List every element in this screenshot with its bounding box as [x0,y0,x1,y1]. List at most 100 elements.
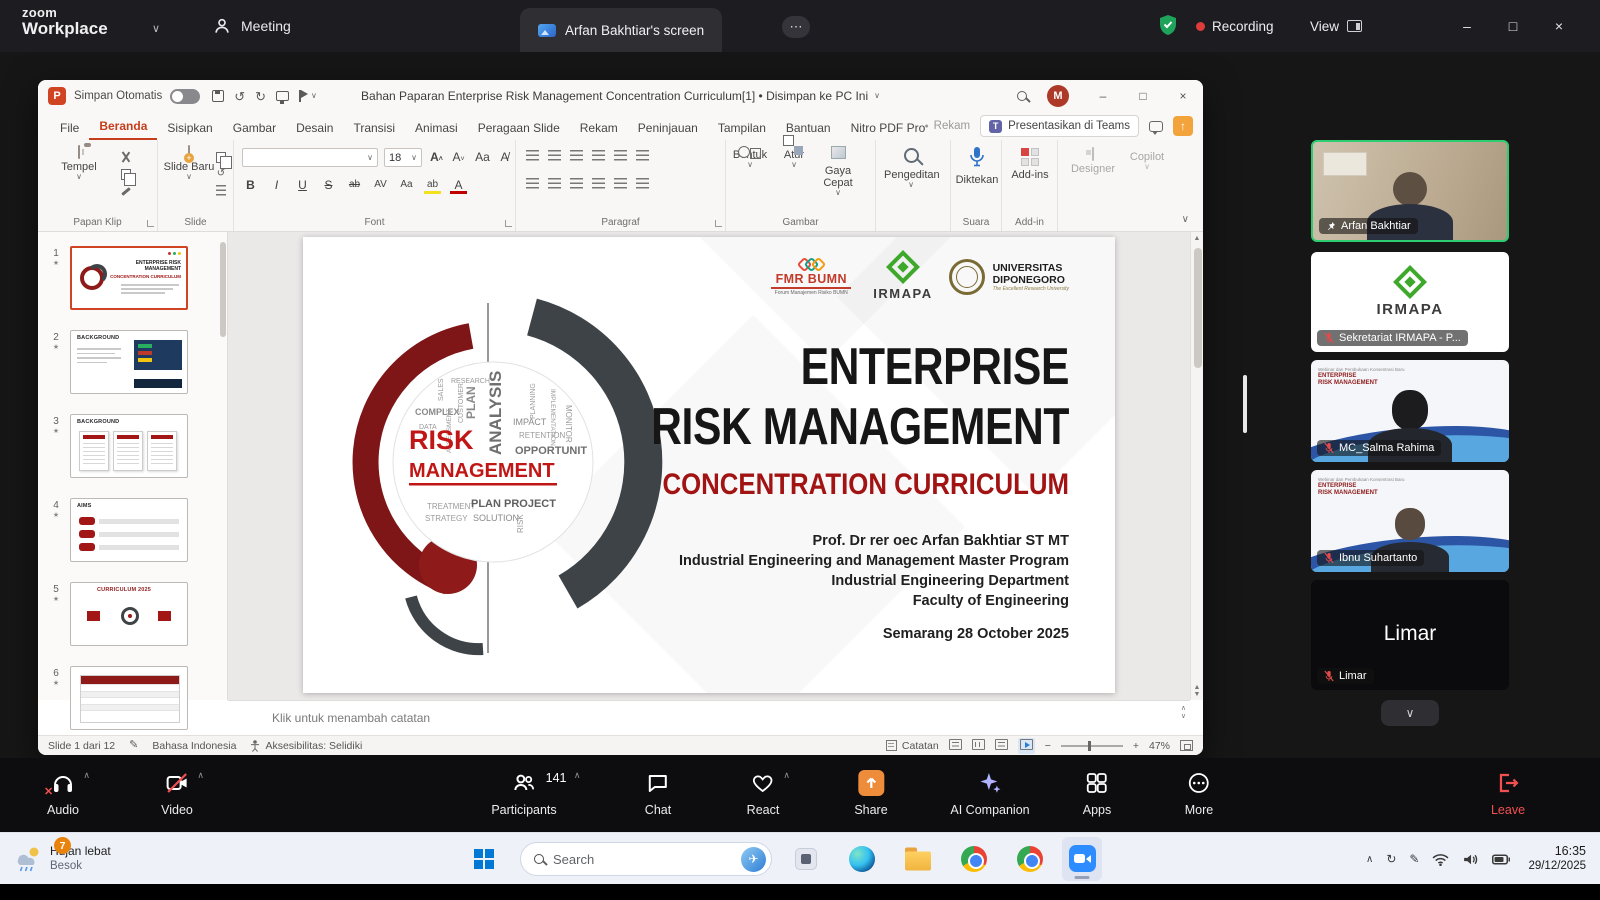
tab-rekam[interactable]: Rekam [570,116,628,140]
audio-button[interactable]: ✕ ∧ Audio [47,770,79,817]
font-name-combo[interactable]: ∨ [242,148,378,167]
redo-icon[interactable]: ↻ [255,90,266,103]
align-left-icon[interactable] [526,178,539,189]
zoom-in-button[interactable]: + [1133,740,1139,752]
volume-icon[interactable] [1462,853,1479,866]
bold-button[interactable]: B [242,176,259,194]
strikethrough-button[interactable]: S [320,176,337,194]
numbering-icon[interactable] [548,150,561,161]
weather-widget[interactable]: 7 Hujan lebat Besok [8,833,111,885]
reset-icon[interactable]: ↺ [217,169,225,179]
ppt-close-button[interactable]: × [1163,80,1203,112]
thumbnail-preview[interactable]: AIMS [70,498,188,562]
taskbar-clock[interactable]: 16:35 29/12/2025 [1528,844,1586,874]
maximize-button[interactable]: □ [1490,0,1536,52]
zoom-app-button[interactable] [1062,837,1102,881]
chevron-up-icon[interactable]: ∧ [83,770,90,781]
wifi-icon[interactable] [1432,853,1449,866]
file-explorer-button[interactable] [905,847,931,870]
view-button[interactable]: View [1310,0,1362,52]
taskbar-search[interactable]: Search ✈ [520,842,772,876]
more-button[interactable]: More [1185,770,1213,817]
slide-scrollbar[interactable]: ▲ ▲ ▼ [1190,232,1203,700]
change-case-button[interactable]: Aa [474,148,491,166]
tray-chevron-up-icon[interactable]: ∧ [1366,854,1373,865]
task-view-button[interactable] [795,848,817,870]
sync-icon[interactable]: ↻ [1386,852,1396,866]
underline-button[interactable]: U [294,176,311,194]
slide-thumbnail-6[interactable]: 6 ★ [46,666,188,730]
tab-sisipkan[interactable]: Sisipkan [157,116,222,140]
shrink-font-button[interactable]: A˅ [450,148,467,166]
slide-thumbnail-1[interactable]: 1 ★ ENTERPRISE RISK MANAGEMENT CONCENTRA… [46,246,188,310]
chevron-up-icon[interactable]: ∧ [197,770,204,781]
video-tile-sekretariat[interactable]: IRMAPA Sekretariat IRMAPA - P... [1311,252,1509,352]
more-tabs-button[interactable]: ⋯ [782,16,810,38]
slide-thumbnail-3[interactable]: 3 ★ BACKGROUND [46,414,188,478]
zoom-percent-label[interactable]: 47% [1149,740,1170,752]
tab-file[interactable]: File [50,116,89,140]
editing-button[interactable]: Pengeditan ∨ [884,148,938,189]
clear-format-button[interactable]: A̸ [496,148,513,166]
slide-thumbnail-4[interactable]: 4 ★ AIMS [46,498,188,562]
shapes-button[interactable]: Bentuk ∨ [728,146,772,169]
font-size-combo[interactable]: 18∨ [384,148,422,167]
security-shield-icon[interactable] [1158,14,1178,41]
dialog-launcher-icon[interactable] [505,220,512,227]
format-painter-icon[interactable] [120,186,131,197]
apps-button[interactable]: Apps [1083,770,1112,817]
thumbnail-preview[interactable] [70,666,188,730]
flag-icon[interactable] [299,90,301,102]
tab-tampilan[interactable]: Tampilan [708,116,776,140]
pen-icon[interactable]: ✎ [1409,852,1419,866]
video-tile-salma[interactable]: Webinar dan Pembukaan Konsentrasi Baru E… [1311,360,1509,462]
new-slide-button[interactable]: Slide Baru ∨ [162,146,216,181]
bullets-icon[interactable] [526,150,539,161]
undo-icon[interactable]: ↺ [234,90,245,103]
decrease-indent-icon[interactable] [570,150,583,161]
save-icon[interactable] [212,90,224,102]
text-effects-button[interactable]: Aa [398,176,415,194]
video-tile-limar[interactable]: Limar Limar [1311,580,1509,690]
text-direction-icon[interactable] [636,150,649,161]
justify-icon[interactable] [592,178,605,189]
slideshow-icon[interactable] [276,91,289,101]
zoom-workplace-logo[interactable]: zoom Workplace [22,6,108,39]
tab-animasi[interactable]: Animasi [405,116,468,140]
align-right-icon[interactable] [570,178,583,189]
copy-icon[interactable] [121,169,131,180]
leave-button[interactable]: Leave [1491,770,1525,817]
align-center-icon[interactable] [548,178,561,189]
tab-nitro-pdf[interactable]: Nitro PDF Pro [841,116,936,140]
line-spacing-icon[interactable] [614,150,627,161]
slide-1[interactable]: FMR BUMN Forum Manajemen Risiko BUMN IRM… [303,237,1115,693]
italic-button[interactable]: I [268,176,285,194]
zoom-slider[interactable] [1061,745,1123,747]
arrange-button[interactable]: Atur ∨ [774,146,814,169]
notes-resize-arrows[interactable]: ∧ ∨ [1181,705,1186,721]
zoom-out-button[interactable]: − [1045,740,1051,752]
paste-button[interactable]: Tempel ∨ [52,146,106,181]
previous-slide-icon[interactable]: ▲ [1191,684,1203,691]
smartart-convert-icon[interactable] [636,178,649,189]
thumbnail-preview[interactable]: BACKGROUND [70,330,188,394]
autosave-toggle[interactable] [170,89,200,104]
slide-thumbnail-5[interactable]: 5 ★ CURRICULUM 2025 [46,582,188,646]
react-button[interactable]: ∧ React [747,770,780,817]
grow-font-button[interactable]: A˄ [428,148,445,166]
tab-peninjauan[interactable]: Peninjauan [628,116,708,140]
copilot-button[interactable]: Copilot ∨ [1120,148,1174,171]
dialog-launcher-icon[interactable] [147,220,154,227]
normal-view-button[interactable] [949,739,962,753]
video-tile-arfan[interactable]: Arfan Bakhtiar [1311,140,1509,242]
participants-button[interactable]: 141 ∧ Participants [491,770,556,817]
designer-button[interactable]: Designer [1066,148,1120,175]
section-icon[interactable] [216,185,226,196]
start-button[interactable] [474,849,494,869]
scroll-up-icon[interactable]: ▲ [1191,235,1203,242]
collapse-videos-button[interactable]: ∨ [1381,700,1439,726]
tab-peragaan-slide[interactable]: Peragaan Slide [468,116,570,140]
search-icon[interactable] [1017,91,1027,101]
battery-icon[interactable] [1492,854,1511,865]
ppt-maximize-button[interactable]: □ [1123,80,1163,112]
